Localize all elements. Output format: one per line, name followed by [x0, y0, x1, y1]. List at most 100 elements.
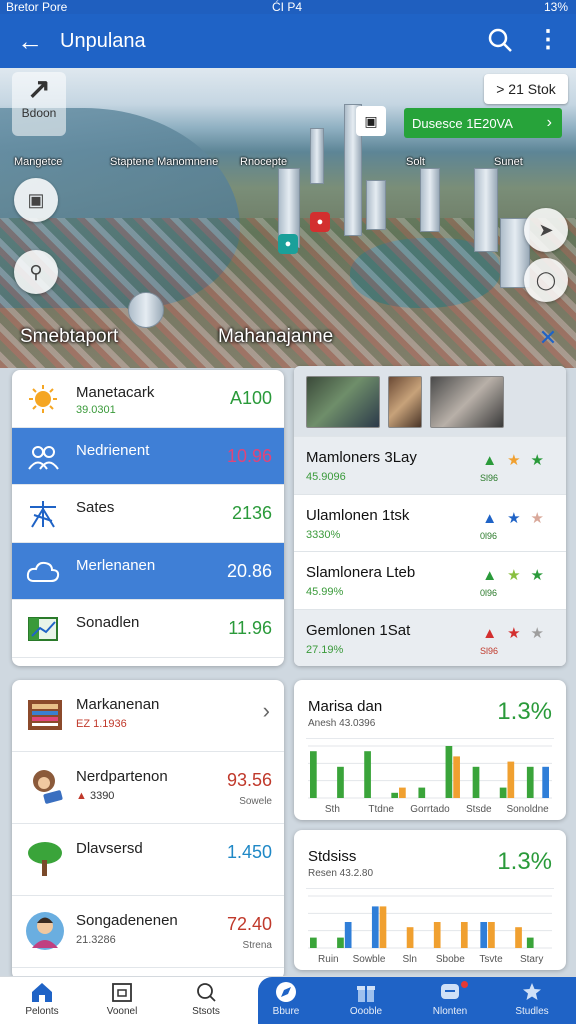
stat-card-title: Stdsiss [308, 848, 357, 865]
chart-tick-label: Sonoldne [506, 804, 549, 815]
media-row-name: Slamlonera Lteb [306, 564, 416, 581]
time-chip[interactable]: > 21 Stok [484, 74, 568, 104]
list-item[interactable]: Sonadlen 11.96 [12, 600, 284, 658]
chart-bar [310, 751, 317, 798]
stat-card-title: Marisa dan [308, 698, 383, 715]
calendar-icon[interactable]: ▣ [14, 178, 58, 222]
nav-item-voonel[interactable]: Voonel [90, 981, 154, 1023]
media-row-tag: 0l96 [480, 588, 498, 598]
rating-stars: ▲★★ [482, 509, 554, 527]
search-icon[interactable] [486, 26, 514, 54]
list-item-value-sub: Strena [242, 940, 272, 951]
map-tower [310, 128, 324, 184]
chart-bar [371, 906, 379, 948]
list-item[interactable]: Markanenan EZ 1.1936 › [12, 680, 284, 752]
chart-bar [499, 787, 507, 798]
app-bar: ← Unpulana ⋮ [0, 14, 576, 68]
map-label: Solt [406, 156, 425, 168]
nav-item-bbure[interactable]: Bbure [254, 981, 318, 1023]
list-item-name: Manetacark [76, 384, 155, 401]
list-item-sub: ▲ 3390 [76, 790, 115, 802]
thumbnail-image[interactable] [430, 376, 504, 428]
chart-tick-label: Sowble [353, 954, 386, 965]
map-tower [366, 180, 386, 230]
list-item-name: Nedrienent [76, 441, 150, 459]
nav-item-pelonts[interactable]: Pelonts [10, 981, 74, 1023]
chart-bar [337, 937, 344, 948]
media-row-tag: 0l96 [480, 530, 498, 541]
group-icon [28, 445, 59, 470]
list-item-name: Dlavsersd [76, 840, 143, 857]
list-item-sub: 21.3286 [76, 934, 116, 946]
notification-badge [461, 981, 468, 988]
more-options-icon[interactable]: ⋮ [536, 26, 560, 54]
list-item-name: Markanenan [76, 696, 160, 713]
people-list: Markanenan EZ 1.1936 › Nerdpartenon ▲ 33… [12, 680, 284, 980]
chart-bar [399, 787, 406, 798]
rating-stars: ▲★★ [482, 624, 554, 642]
bar-chart: Sth Ttdne Gorrtado Stsde Sonoldne [308, 745, 552, 815]
chart-tick-label: Sln [402, 954, 416, 965]
nav-label: Bbure [272, 1006, 300, 1017]
list-item[interactable]: Sates 2136 [12, 485, 284, 543]
box-icon [112, 983, 132, 1002]
pin-icon[interactable]: ➤ [524, 208, 568, 252]
nav-item-stsots[interactable]: Stsots [174, 981, 238, 1023]
thumbnail-image[interactable] [306, 376, 380, 428]
shield-icon[interactable]: ◯ [524, 258, 568, 302]
list-item[interactable]: Nerdpartenon ▲ 3390 93.56 Sowele [12, 752, 284, 824]
chart-bar [344, 922, 352, 948]
media-row[interactable]: Gemlonen 1Sat 27.19% Sl96 ▲★★ [294, 608, 566, 666]
antenna-icon [30, 501, 56, 528]
map-label: Mangetce [14, 156, 63, 168]
media-row[interactable]: Mamloners 3Lay 45.9096 Sl96 ▲★★ [294, 436, 566, 494]
chart-bar [337, 766, 344, 798]
status-chip[interactable]: Dusesce 1E20VA › [404, 108, 562, 138]
close-icon[interactable]: ✕ [536, 326, 560, 350]
list-item[interactable]: Nedrienent 10.96 [12, 427, 284, 486]
layers-button-label: Bdoon [21, 106, 57, 120]
back-arrow-icon[interactable]: ← [14, 25, 46, 57]
location-icon[interactable]: ▣ [356, 106, 386, 136]
chat-icon[interactable]: ⚲ [14, 250, 58, 294]
list-item[interactable]: Manetacark 39.0301 A100 [12, 370, 284, 428]
stat-card-percent: 1.3% [497, 698, 552, 725]
thumbnail-image[interactable] [388, 376, 422, 428]
media-row[interactable]: Ulamlonen 1tsk 3330% 0l96 ▲★★ [294, 493, 566, 551]
media-row-sub: 27.19% [306, 643, 344, 656]
stat-card-sub: Resen 43.2.80 [308, 868, 374, 879]
chart-bar [418, 787, 426, 798]
avatar-icon [26, 912, 64, 950]
layers-button[interactable]: ↗ Bdoon [12, 72, 66, 136]
list-item-name: Merlenanen [76, 556, 156, 574]
category-list: Manetacark 39.0301 A100 Nedrienent 10.96… [12, 370, 284, 666]
status-time: ĆI P4 [272, 0, 303, 14]
tree-icon [28, 842, 62, 876]
nav-item-oooble[interactable]: Oooble [334, 981, 398, 1023]
chart-bar [480, 922, 488, 948]
map-label: Sunet [494, 156, 523, 168]
stat-card-sub: Anesh 43.0396 [308, 718, 376, 729]
stat-card[interactable]: Stdsiss Resen 43.2.80 1.3% Ruin Sowble Sln… [294, 830, 566, 970]
nav-item-nlonten[interactable]: Nlonten [418, 981, 482, 1023]
nav-item-studles[interactable]: Studles [500, 981, 564, 1023]
stat-card-percent: 1.3% [497, 848, 552, 875]
list-item-value: 10.96 [226, 445, 272, 466]
chart-bar [406, 927, 414, 948]
section-title-left: Smebtaport [20, 326, 119, 347]
map-marker-icon[interactable]: ● [278, 234, 298, 254]
list-item-value: A100 [229, 388, 272, 408]
list-item-name: Sonadlen [76, 614, 140, 632]
stat-card[interactable]: Marisa dan Anesh 43.0396 1.3% Sth Ttdne Go… [294, 680, 566, 820]
chart-tick-label: Tsvte [479, 954, 503, 965]
media-row[interactable]: Slamlonera Lteb 45.99% 0l96 ▲★★ [294, 551, 566, 609]
search-icon [197, 983, 216, 1002]
chart-bar [526, 937, 534, 948]
chart-bar [472, 766, 480, 798]
chart-tick-label: Gorrtado [410, 804, 450, 815]
list-item[interactable]: Merlenanen 20.86 [12, 542, 284, 601]
map-marker-icon[interactable]: ● [310, 212, 330, 232]
list-item-value: 11.96 [228, 618, 272, 639]
list-item[interactable]: Songadenenen 21.3286 72.40 Strena [12, 896, 284, 968]
list-item[interactable]: Dlavsersd 1.450 [12, 824, 284, 896]
